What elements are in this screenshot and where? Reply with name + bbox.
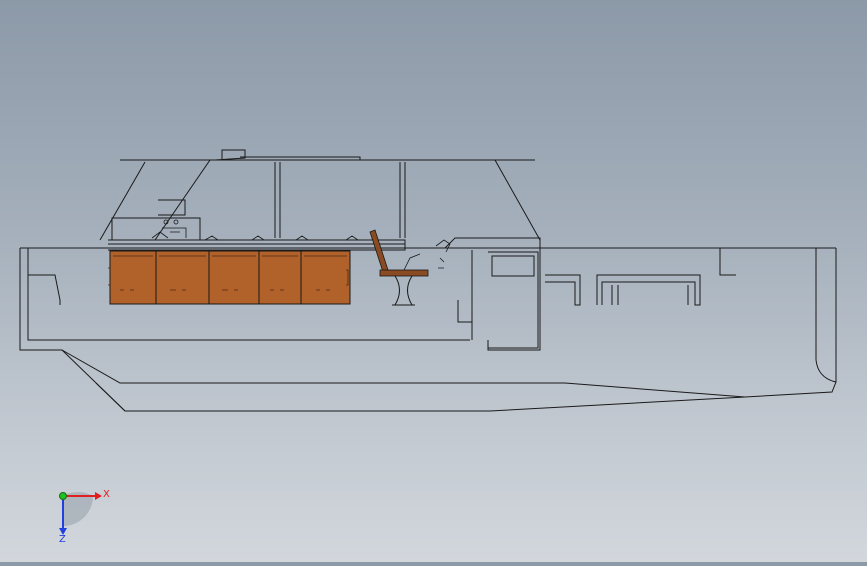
triad-x-arrow — [95, 492, 102, 500]
cabinet-4[interactable] — [258, 250, 302, 305]
roof-mast — [214, 149, 246, 161]
helm-seat-cushion — [379, 269, 429, 277]
hull-chine-line — [61, 349, 746, 398]
triad-shading — [63, 491, 93, 526]
triad-x-label: X — [103, 489, 110, 500]
fwd-locker — [719, 248, 736, 276]
cabinet-1[interactable] — [109, 250, 157, 305]
triad-y-axis — [59, 492, 67, 500]
boat-side-elevation-drawing: X Z — [19, 149, 837, 545]
counter-appliances — [151, 219, 359, 241]
helm-door — [488, 251, 539, 349]
cad-viewport[interactable]: X Z — [0, 0, 867, 562]
cabinet-3[interactable] — [208, 250, 260, 305]
cabinet-5[interactable] — [300, 250, 351, 305]
fwd-bench-1 — [545, 274, 581, 306]
roof-aft-edge — [99, 161, 146, 241]
helm-seat-pedestal — [392, 275, 415, 306]
helm-window — [491, 255, 535, 277]
galley-cabinets — [108, 250, 351, 305]
galley-backboard — [111, 217, 201, 241]
cabinet-2[interactable] — [155, 250, 210, 305]
orientation-triad[interactable]: X Z — [59, 489, 110, 545]
helm-console — [444, 237, 541, 351]
stern-step — [28, 274, 61, 305]
helm-seat — [369, 229, 429, 306]
triad-z-label: Z — [59, 534, 66, 545]
fwd-bench-3 — [611, 285, 689, 305]
hull-keel-line — [95, 382, 126, 412]
helm-steering — [435, 239, 451, 269]
helm-step — [457, 300, 472, 323]
hull-bow-curve — [815, 248, 837, 383]
helm-seat-back — [369, 229, 389, 273]
roof-front-slope — [494, 159, 541, 350]
helm-seat-arm — [403, 253, 421, 271]
